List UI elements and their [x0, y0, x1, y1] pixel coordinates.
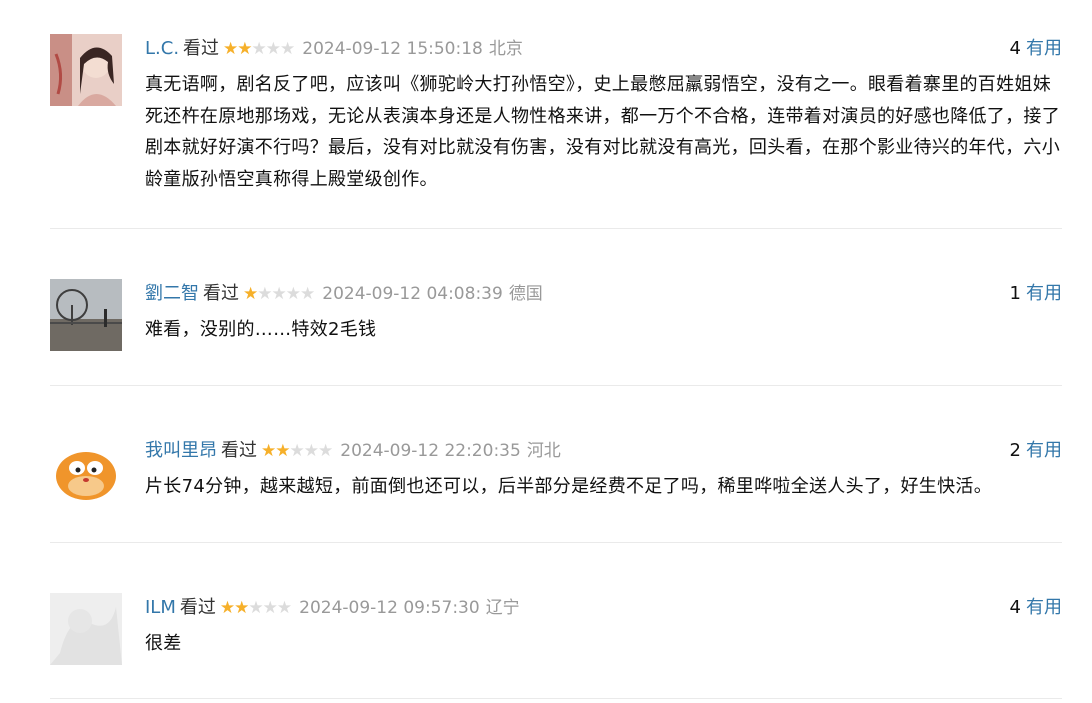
star-filled-icon: ★ — [237, 39, 252, 59]
vote-area: 4 有用 — [1010, 593, 1062, 623]
vote-count: 2 — [1009, 440, 1021, 461]
comment-location: 河北 — [526, 441, 561, 461]
comment-location: 辽宁 — [485, 598, 520, 618]
star-filled-icon: ★ — [219, 598, 235, 618]
username-link[interactable]: 我叫里昂 — [145, 440, 217, 461]
divider — [50, 385, 1062, 386]
comment-text: 真无语啊，剧名反了吧，应该叫《狮驼岭大打孙悟空》，史上最憋屈羸弱悟空，没有之一。… — [145, 74, 1060, 190]
avatar[interactable] — [50, 279, 122, 351]
vote-area: 2 有用 — [1010, 436, 1062, 466]
star-filled-icon: ★ — [243, 284, 258, 304]
vote-area: 1 有用 — [1010, 279, 1062, 309]
rating-stars: ★★★★★ — [243, 279, 315, 309]
star-empty-icon: ★ — [289, 441, 305, 461]
watch-status: 看过 — [179, 597, 216, 618]
avatar-image — [50, 593, 122, 665]
avatar-image — [50, 34, 122, 106]
comment-text: 很差 — [145, 633, 182, 654]
watch-status: 看过 — [203, 283, 239, 304]
comment-body: ILM 看过 ★★★★★ 2024-09-12 09:57:30 辽宁 4 有用 很差 — [145, 593, 1062, 660]
useful-button[interactable]: 有用 — [1026, 597, 1062, 618]
rating-stars: ★★★★★ — [261, 436, 333, 466]
avatar[interactable] — [50, 593, 122, 665]
divider — [50, 542, 1062, 543]
star-empty-icon: ★ — [248, 598, 263, 618]
comment-header: 我叫里昂 看过 ★★★★★ 2024-09-12 22:20:35 河北 2 有用 — [145, 436, 1062, 466]
username-link[interactable]: 劉二智 — [145, 283, 199, 304]
rating-stars: ★★★★★ — [219, 593, 292, 623]
divider — [50, 228, 1062, 229]
avatar-image — [50, 279, 122, 351]
watch-status: 看过 — [221, 440, 257, 461]
vote-area: 4 有用 — [1010, 34, 1062, 64]
comment-time: 2024-09-12 09:57:30 — [299, 598, 480, 618]
star-empty-icon: ★ — [318, 441, 333, 461]
useful-button[interactable]: 有用 — [1026, 38, 1062, 59]
comment-time: 2024-09-12 15:50:18 — [302, 39, 483, 59]
avatar-image — [50, 436, 122, 508]
star-empty-icon: ★ — [271, 284, 287, 304]
star-empty-icon: ★ — [303, 441, 319, 461]
star-filled-icon: ★ — [223, 39, 238, 59]
comment-time: 2024-09-12 22:20:35 — [340, 441, 521, 461]
comment-body: L.C. 看过 ★★★★★ 2024-09-12 15:50:18 北京 4 有用 真无语… — [145, 34, 1062, 195]
comment-time: 2024-09-12 04:08:39 — [322, 284, 503, 304]
comment-text: 难看，没别的……特效2毛钱 — [145, 319, 377, 340]
star-filled-icon: ★ — [275, 441, 290, 461]
avatar[interactable] — [50, 34, 122, 106]
comment-location: 德国 — [508, 284, 543, 304]
comment-text: 片长74分钟，越来越短，前面倒也还可以，后半部分是经费不足了吗，稀里哗啦全送人头… — [145, 476, 992, 497]
comment-list: L.C. 看过 ★★★★★ 2024-09-12 15:50:18 北京 4 有用 真无语… — [0, 0, 1092, 703]
useful-button[interactable]: 有用 — [1026, 440, 1062, 461]
comment-body: 我叫里昂 看过 ★★★★★ 2024-09-12 22:20:35 河北 2 有用 片长7… — [145, 436, 1062, 503]
star-empty-icon: ★ — [265, 39, 281, 59]
star-empty-icon: ★ — [251, 39, 267, 59]
watch-status: 看过 — [183, 38, 220, 59]
username-link[interactable]: ILM — [145, 597, 176, 618]
vote-count: 4 — [1009, 597, 1021, 618]
comment-header: ILM 看过 ★★★★★ 2024-09-12 09:57:30 辽宁 4 有用 — [145, 593, 1062, 623]
vote-count: 1 — [1009, 283, 1021, 304]
star-empty-icon: ★ — [262, 598, 278, 618]
comment-body: 劉二智 看过 ★★★★★ 2024-09-12 04:08:39 德国 1 有用 难看，没… — [145, 279, 1062, 346]
star-empty-icon: ★ — [276, 598, 292, 618]
comment-location: 北京 — [488, 39, 523, 59]
rating-stars: ★★★★★ — [223, 34, 295, 64]
useful-button[interactable]: 有用 — [1026, 283, 1062, 304]
star-empty-icon: ★ — [280, 39, 295, 59]
star-filled-icon: ★ — [234, 598, 249, 618]
star-empty-icon: ★ — [257, 284, 272, 304]
star-empty-icon: ★ — [285, 284, 301, 304]
comment-header: L.C. 看过 ★★★★★ 2024-09-12 15:50:18 北京 4 有用 — [145, 34, 1062, 64]
vote-count: 4 — [1009, 38, 1021, 59]
comment-header: 劉二智 看过 ★★★★★ 2024-09-12 04:08:39 德国 1 有用 — [145, 279, 1062, 309]
username-link[interactable]: L.C. — [145, 38, 179, 59]
avatar[interactable] — [50, 436, 122, 508]
star-empty-icon: ★ — [300, 284, 315, 304]
star-filled-icon: ★ — [261, 441, 276, 461]
divider — [50, 698, 1062, 699]
